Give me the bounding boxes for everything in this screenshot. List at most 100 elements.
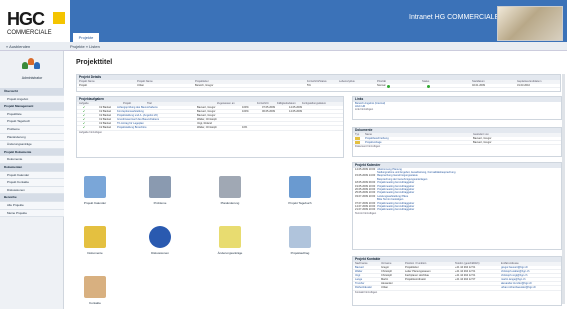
documents-panel: Dokumente Typ Name Geändert von Projektbes… <box>352 127 562 157</box>
brush-icon <box>289 176 311 198</box>
table-row[interactable]: Rothenhäusler Urban urban.rothenhaeusler@h… <box>353 286 561 291</box>
table-row[interactable]: Projekt Urban Bereich, Gregor 5% Normal 02.01… <box>77 84 560 88</box>
folder-icon <box>355 137 360 140</box>
sidebar-item[interactable]: Alle Projekte <box>0 201 64 210</box>
status-ok-icon <box>387 84 390 88</box>
quicklaunch-label: Projektauftrag <box>290 251 310 255</box>
users-icon <box>22 58 40 72</box>
quicklaunch-label: Dokumente <box>87 251 103 255</box>
sidebar-item[interactable]: Änderungsanträge <box>0 141 64 149</box>
contacts-panel: Projekt Kontakte Nachname Vorname Position… <box>352 256 562 306</box>
quicklaunch-contacts[interactable]: Kontakte <box>71 276 119 305</box>
note-icon <box>219 226 241 248</box>
table-cell: urban.rothenhaeusler@hgc.ch <box>501 286 536 290</box>
quicklaunch-document-search[interactable]: Projektauftrag <box>276 226 324 255</box>
add-document-link[interactable]: Dokument hinzufügen <box>353 145 561 149</box>
sidebar-item[interactable]: Projekt Management <box>0 103 64 111</box>
event-date: 15.05.2009 14:00 <box>355 174 376 178</box>
sidebar-item[interactable]: Projekt Kontakte <box>0 179 64 187</box>
quicklaunch-label: Diskussionen <box>151 251 169 255</box>
table-cell: Rothenhäusler <box>355 286 372 290</box>
tasks-panel: Projektaufgaben Aufgabe Projekt Titel Zugew… <box>76 96 344 158</box>
sidebar-item[interactable]: Übersicht <box>0 88 64 96</box>
sidebar-item[interactable]: Bereiche <box>0 194 64 202</box>
event-title[interactable]: Projektmeeting bei Auftraggeber <box>377 208 414 211</box>
table-cell: Projekt <box>79 83 88 87</box>
calendar-icon <box>84 176 106 198</box>
add-event-link[interactable]: Termin hinzufügen <box>353 212 561 216</box>
logo: HGC <box>7 9 45 29</box>
tab-projekte[interactable]: Projekte <box>73 33 99 42</box>
user-menu[interactable]: Administrator <box>0 76 64 80</box>
sidebar-item[interactable]: Projekt Tagebuch <box>0 118 64 126</box>
sidebar-item[interactable]: Diskussionen <box>0 186 64 195</box>
table-cell: Urban <box>137 83 145 87</box>
quicklaunch-folder[interactable]: Dokumente <box>71 226 119 255</box>
table-cell: Walter, Christoph <box>197 126 217 130</box>
quicklaunch-help[interactable]: Diskussionen <box>136 226 184 255</box>
project-details-panel: Projekt Details Projekt Name Projekt Name… <box>76 74 561 92</box>
table-cell: ✔ <box>83 126 86 130</box>
quicklaunch-label: Probleme <box>153 201 167 205</box>
sidebar-item[interactable]: Dokumenten <box>0 163 64 172</box>
scrollbar[interactable] <box>562 74 565 304</box>
contacts-icon <box>84 276 106 298</box>
breadcrumb[interactable]: Projekte » Listen <box>70 44 100 49</box>
sidebar-item[interactable]: Projekt Dokumente <box>0 148 64 157</box>
event-date: 21.07.2009 10:00 <box>355 208 376 212</box>
table-cell: C2 Bankel <box>99 126 111 130</box>
quicklaunch-icons: Projekt Kalender Probleme Planänderung Proj… <box>66 172 356 309</box>
table-cell: 10% <box>242 126 248 130</box>
table-cell: Bereich, Gregor <box>195 83 214 87</box>
table-cell: Projektvorlage <box>365 140 382 144</box>
sidebar-item[interactable]: Projekt Angebot <box>0 95 64 104</box>
quicklaunch-computer[interactable]: Probleme <box>136 176 184 205</box>
quicklaunch-printer[interactable]: Planänderung <box>206 176 254 205</box>
event-title[interactable]: Bitte Termin bestätigen <box>377 198 403 201</box>
sidebar-item[interactable]: Probleme <box>0 125 64 134</box>
sidebar-item[interactable]: Projektliste <box>0 110 64 119</box>
quicklaunch-label: Planänderung <box>220 201 240 205</box>
sidebar: Administrator Übersicht Projekt Angebot Pr… <box>0 51 64 309</box>
document-search-icon <box>289 226 311 248</box>
quicklaunch-calendar[interactable]: Projekt Kalender <box>71 176 119 205</box>
folder-icon <box>84 226 106 248</box>
quicklaunch-label: Kontakte <box>89 301 101 305</box>
add-contact-link[interactable]: Kontakt hinzufügen <box>353 291 561 295</box>
table-cell: Urban <box>381 286 389 290</box>
table-cell: 31.03.2010 <box>517 83 530 87</box>
event-title[interactable]: Projektmeeting bei Auftraggeber <box>377 191 414 194</box>
quicklaunch-note[interactable]: Änderungsanträge <box>206 226 254 255</box>
computer-icon <box>149 176 171 198</box>
table-cell: Bauvert, Gregor <box>473 140 492 144</box>
header-image <box>497 6 563 41</box>
quicklaunch-label: Projekt Kalender <box>83 201 107 205</box>
brand-title: Intranet HG COMMERCIALE <box>409 14 500 21</box>
help-icon <box>149 226 171 248</box>
quicklaunch-label: Projekt Tagebuch <box>288 201 312 205</box>
collapse-sidebar-link[interactable]: « Ausblenden <box>6 44 30 49</box>
event-title[interactable]: Besprechung Genehmigungsstatus <box>377 174 418 177</box>
sidebar-item[interactable]: Projekt Kalender <box>0 171 64 180</box>
add-task-link[interactable]: Aufgabe hinzufügen <box>77 131 343 135</box>
table-row[interactable]: ✔ C2 Bankel Projektstellung Broschüre Walte… <box>77 126 343 131</box>
sidebar-item[interactable]: Dokumente <box>0 156 64 164</box>
links-panel: Links Bereich Angebot (Internal) HGC HR L… <box>352 96 562 120</box>
quicklaunch-label: Änderungsanträge <box>217 251 243 255</box>
quicklaunch-brush[interactable]: Projekt Tagebuch <box>276 176 324 205</box>
sub-toolbar: « Ausblenden Projekte » Listen <box>0 42 567 51</box>
calendar-panel: Projekt Kalender 14.05.2009 10:00 Abstimm… <box>352 162 562 250</box>
add-link-link[interactable]: Link hinzufügen <box>353 108 561 112</box>
logo-square-icon <box>53 12 65 24</box>
status-ok-icon <box>427 84 430 88</box>
sidebar-item[interactable]: Planänderung <box>0 133 64 142</box>
table-cell: Normal <box>377 83 386 87</box>
table-row[interactable]: Projektvorlage Bauvert, Gregor <box>353 141 561 145</box>
header-bar: HGC COMMERCIALE Projekte Intranet HG COM… <box>0 0 567 42</box>
sidebar-nav: Übersicht Projekt Angebot Projekt Manageme… <box>0 88 64 218</box>
event-title[interactable]: Projektmeeting bei Auftraggeber <box>377 181 414 184</box>
folder-icon <box>355 141 360 145</box>
sidebar-item[interactable]: Meine Projekte <box>0 209 64 218</box>
table-cell: Projektstellung Broschüre <box>117 126 147 130</box>
page-title: Projekttitel <box>76 59 113 66</box>
